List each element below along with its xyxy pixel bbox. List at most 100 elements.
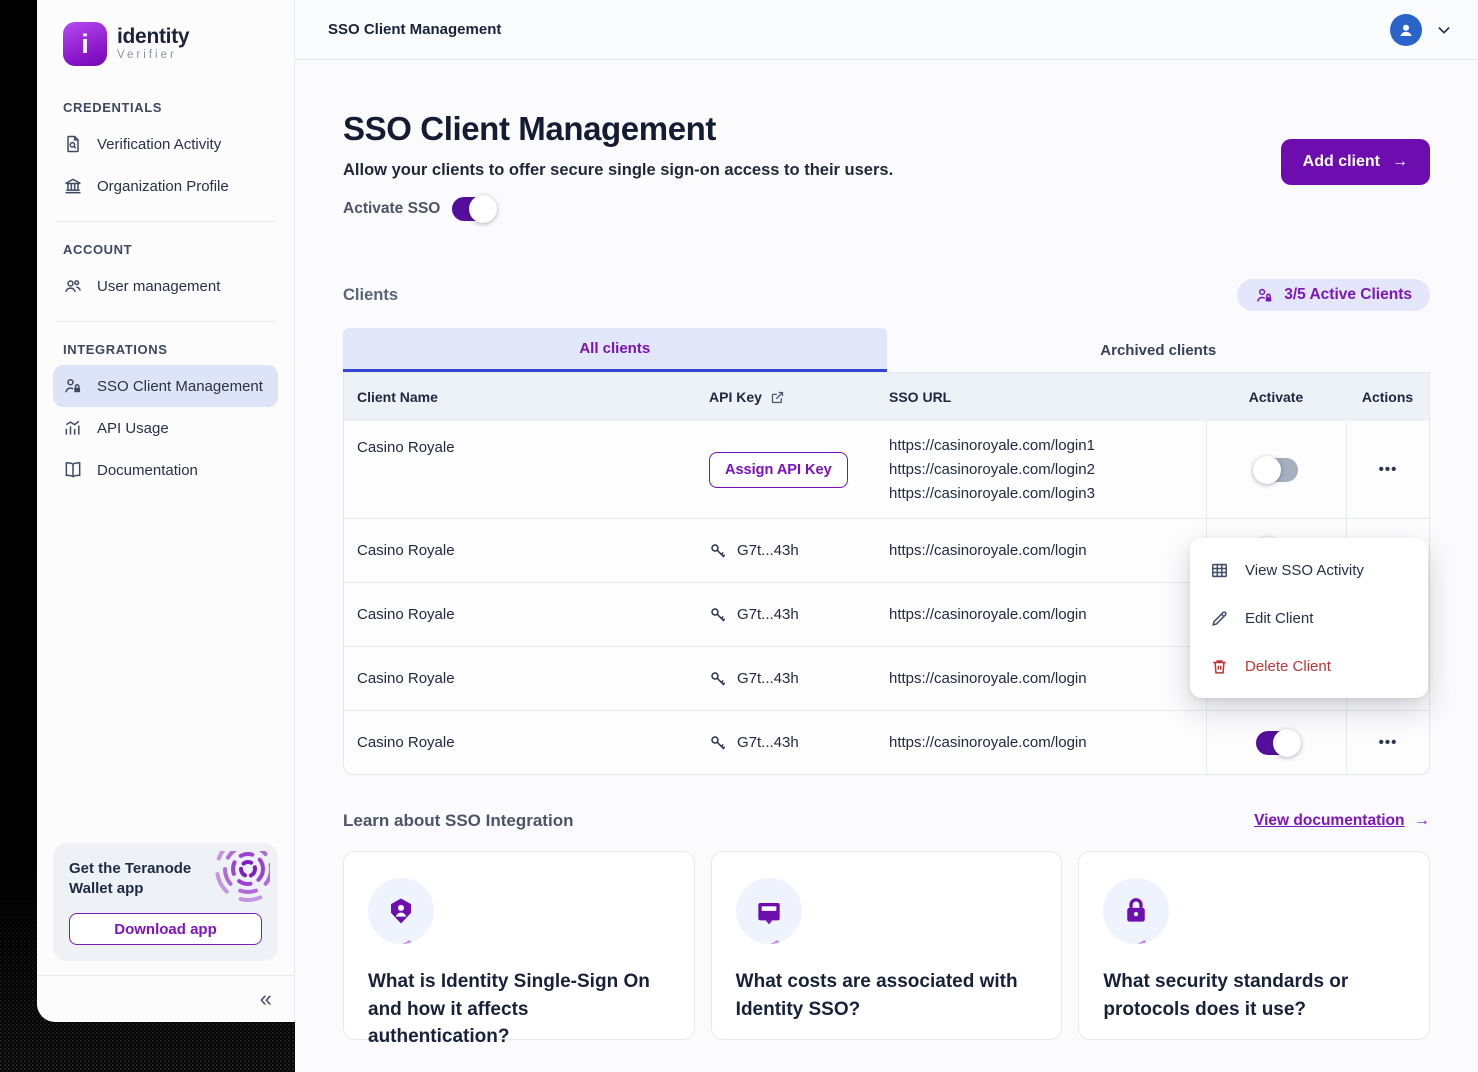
user-avatar[interactable] — [1390, 14, 1422, 46]
arrow-right-icon: → — [1415, 812, 1431, 830]
column-header-api-key-label: API Key — [709, 389, 762, 405]
api-key-value: G7t...43h — [737, 542, 799, 559]
tab-all-clients[interactable]: All clients — [343, 328, 887, 372]
download-app-button[interactable]: Download app — [69, 913, 262, 945]
section-label-credentials: CREDENTIALS — [63, 100, 278, 115]
person-lock-icon — [63, 376, 83, 396]
activate-toggle[interactable] — [1256, 731, 1298, 755]
sso-url-cell: https://casinoroyale.com/login — [876, 711, 1206, 774]
key-icon — [709, 734, 727, 752]
api-key-cell: G7t...43h — [696, 711, 876, 774]
add-client-button[interactable]: Add client → — [1281, 139, 1430, 185]
sidebar-item-label: User management — [97, 278, 220, 295]
sidebar-divider — [55, 221, 276, 222]
api-key-cell: Assign API Key — [696, 421, 876, 518]
key-icon — [709, 542, 727, 560]
sidebar-item-label: API Usage — [97, 420, 169, 437]
main-area: SSO Client Management SSO Client Managem… — [295, 0, 1478, 1072]
client-name-cell: Casino Royale — [344, 647, 696, 710]
sidebar-item-verification-activity[interactable]: Verification Activity — [53, 123, 278, 165]
brand-subtitle: Verifier — [117, 50, 189, 62]
menu-item-label: View SSO Activity — [1245, 562, 1364, 579]
activate-cell — [1206, 711, 1346, 774]
row-actions-button[interactable]: ••• — [1379, 734, 1398, 751]
document-search-icon — [63, 134, 83, 154]
toggle-knob — [1273, 729, 1301, 757]
sidebar-item-user-management[interactable]: User management — [53, 265, 278, 307]
sidebar-item-organization-profile[interactable]: Organization Profile — [53, 165, 278, 207]
card-icon-bubble — [736, 878, 802, 944]
key-icon — [709, 670, 727, 688]
active-clients-count: 3/5 Active Clients — [1284, 286, 1412, 304]
bar-chart-icon — [63, 418, 83, 438]
collapse-sidebar-button[interactable]: « — [260, 988, 272, 1010]
sidebar-nav: CREDENTIALS Verification Activity Organi… — [37, 72, 294, 491]
actions-cell: ••• — [1346, 421, 1429, 518]
person-icon — [1397, 21, 1415, 39]
clients-tabs: All clients Archived clients — [343, 328, 1430, 372]
client-name-cell: Casino Royale — [344, 711, 696, 774]
chevron-down-icon[interactable] — [1436, 22, 1452, 38]
activate-sso-row: Activate SSO — [343, 197, 893, 221]
sidebar-footer: « — [37, 975, 294, 1022]
table-icon — [1210, 561, 1229, 580]
table-row: Casino Royale Assign API Key https://cas… — [344, 421, 1429, 518]
api-key-cell: G7t...43h — [696, 583, 876, 646]
column-header-client-name: Client Name — [344, 389, 696, 405]
sidebar-item-label: Documentation — [97, 462, 198, 479]
page-header: SSO Client Management Allow your clients… — [343, 110, 1430, 221]
external-link-icon[interactable] — [770, 390, 785, 405]
section-label-integrations: INTEGRATIONS — [63, 342, 278, 357]
sidebar-item-api-usage[interactable]: API Usage — [53, 407, 278, 449]
card-title: What costs are associated with Identity … — [736, 968, 1038, 1023]
sidebar: i identity Verifier CREDENTIALS Verifica… — [37, 0, 295, 1022]
sso-url: https://casinoroyale.com/login1 — [889, 434, 1095, 458]
learn-card-security[interactable]: What security standards or protocols doe… — [1078, 851, 1430, 1040]
learn-card-costs[interactable]: What costs are associated with Identity … — [711, 851, 1063, 1040]
column-header-sso-url: SSO URL — [876, 389, 1206, 405]
menu-item-delete-client[interactable]: Delete Client — [1190, 642, 1428, 690]
api-key-value: G7t...43h — [737, 670, 799, 687]
assign-api-key-button[interactable]: Assign API Key — [709, 452, 848, 488]
clients-section-header: Clients 3/5 Active Clients — [343, 279, 1430, 311]
sidebar-spacer — [37, 491, 294, 843]
book-icon — [63, 460, 83, 480]
sso-url-cell: https://casinoroyale.com/login — [876, 647, 1206, 710]
table-header-row: Client Name API Key SSO URL Activate Act… — [344, 373, 1429, 421]
sso-url: https://casinoroyale.com/login2 — [889, 458, 1095, 482]
api-key-cell: G7t...43h — [696, 519, 876, 582]
learn-heading: Learn about SSO Integration — [343, 811, 573, 831]
menu-item-edit-client[interactable]: Edit Client — [1190, 594, 1428, 642]
active-clients-badge: 3/5 Active Clients — [1237, 279, 1430, 311]
table-row: Casino Royale G7t...43h https://casinoro… — [344, 710, 1429, 774]
brand-name: identity — [117, 26, 189, 47]
activate-toggle[interactable] — [1256, 458, 1298, 482]
brand-text: identity Verifier — [117, 22, 189, 62]
column-header-api-key: API Key — [696, 389, 876, 405]
learn-card-sso[interactable]: What is Identity Single-Sign On and how … — [343, 851, 695, 1040]
menu-item-view-sso-activity[interactable]: View SSO Activity — [1190, 546, 1428, 594]
row-actions-button[interactable]: ••• — [1379, 461, 1398, 478]
key-icon — [709, 606, 727, 624]
sidebar-item-documentation[interactable]: Documentation — [53, 449, 278, 491]
card-title: What is Identity Single-Sign On and how … — [368, 968, 670, 1051]
activate-sso-label: Activate SSO — [343, 200, 440, 218]
column-header-activate: Activate — [1206, 389, 1346, 405]
topbar-right — [1390, 14, 1452, 46]
card-icon-bubble — [1103, 878, 1169, 944]
trash-icon — [1210, 657, 1229, 676]
sidebar-item-sso-client-management[interactable]: SSO Client Management — [53, 365, 278, 407]
view-documentation-label: View documentation — [1254, 812, 1404, 830]
api-key-value: G7t...43h — [737, 734, 799, 751]
activate-sso-toggle[interactable] — [452, 197, 494, 221]
clients-heading: Clients — [343, 286, 398, 305]
card-title: What security standards or protocols doe… — [1103, 968, 1405, 1023]
api-key-value: G7t...43h — [737, 606, 799, 623]
column-header-actions: Actions — [1346, 389, 1429, 405]
page-title: SSO Client Management — [343, 110, 893, 148]
view-documentation-link[interactable]: View documentation → — [1254, 812, 1430, 830]
tab-archived-clients[interactable]: Archived clients — [887, 328, 1431, 372]
toggle-knob — [1253, 456, 1281, 484]
wallet-promo-card: Get the Teranode Wallet app Download app — [53, 843, 278, 962]
identity-logo-icon: i — [63, 22, 107, 66]
